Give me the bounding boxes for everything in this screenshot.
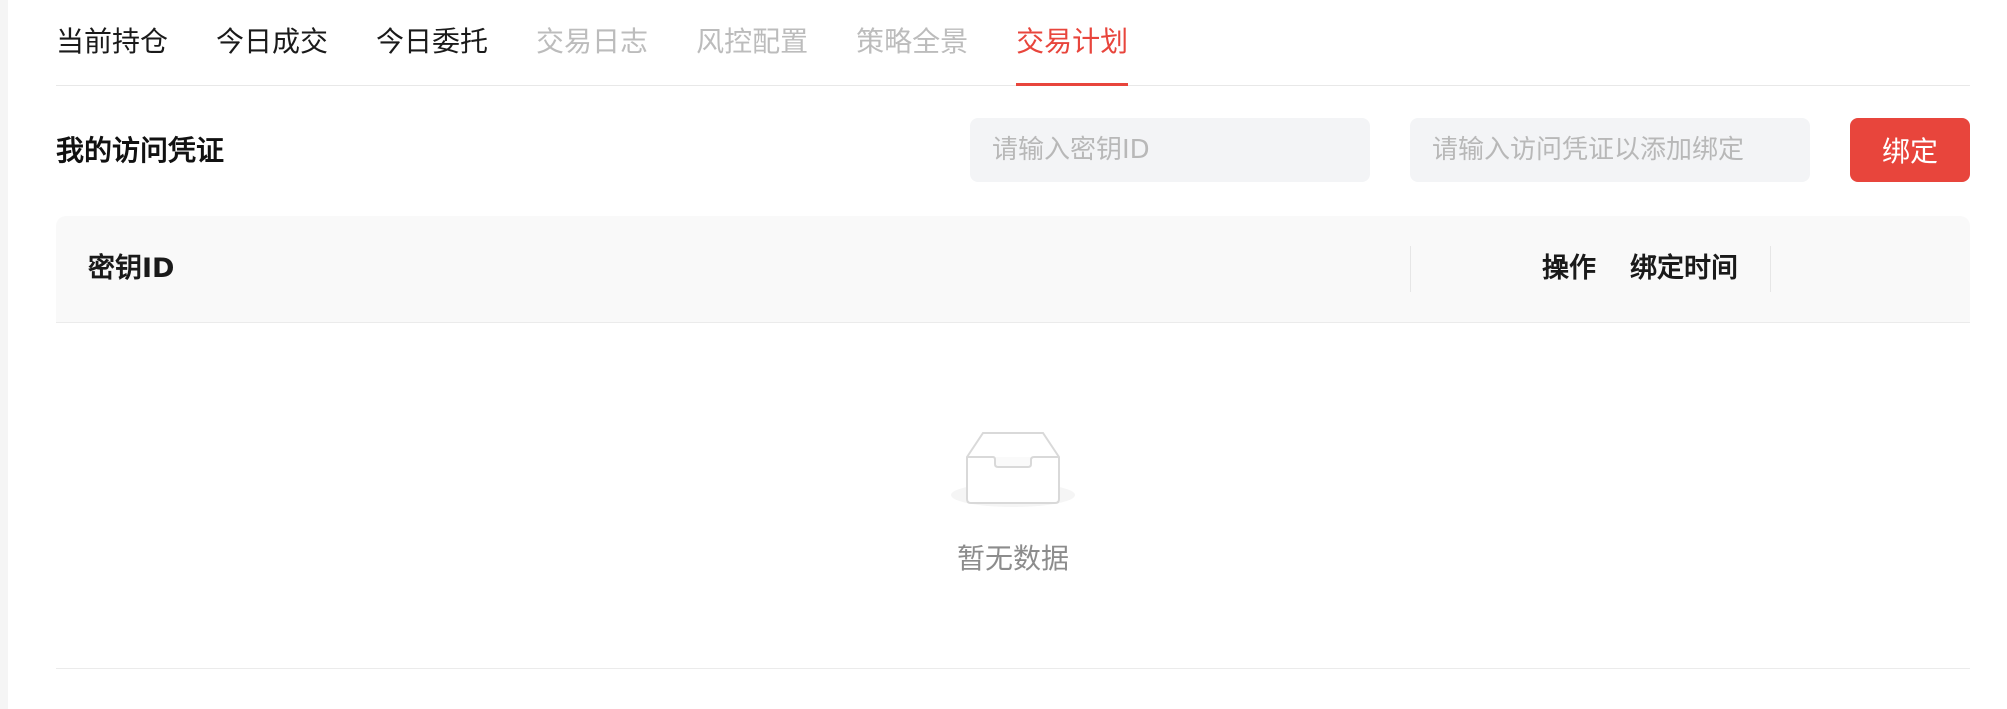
tab-trade-plan[interactable]: 交易计划 (1016, 0, 1129, 86)
tab-today-trades[interactable]: 今日成交 (216, 0, 328, 85)
column-header-action: 操作 (1494, 216, 1970, 322)
tab-bar: 当前持仓 今日成交 今日委托 交易日志 风控配置 策略全景 交易计划 (56, 0, 1970, 86)
section-title: 我的访问凭证 (56, 134, 225, 167)
column-header-key-id: 密钥ID (88, 253, 175, 284)
tab-risk-config[interactable]: 风控配置 (696, 0, 808, 85)
tab-today-orders[interactable]: 今日委托 (376, 0, 488, 85)
key-id-input[interactable] (970, 118, 1370, 182)
empty-inbox-icon (951, 432, 1075, 507)
empty-text: 暂无数据 (956, 542, 1069, 575)
access-credential-input[interactable] (1410, 118, 1810, 182)
empty-state: 暂无数据 (56, 323, 1970, 669)
tab-current-positions[interactable]: 当前持仓 (56, 0, 168, 85)
column-header-action-label: 操作 (1542, 253, 1596, 284)
credentials-page: 当前持仓 今日成交 今日委托 交易日志 风控配置 策略全景 交易计划 我的访问凭… (56, 0, 1970, 709)
column-divider (1410, 246, 1411, 292)
left-rail (0, 0, 8, 709)
bind-button[interactable]: 绑定 (1850, 118, 1970, 182)
tab-strategy-overview[interactable]: 策略全景 (856, 0, 968, 85)
table-header: 密钥ID 绑定时间 操作 (56, 216, 1970, 323)
credentials-table: 密钥ID 绑定时间 操作 暂无数据 (56, 216, 1970, 670)
tab-trade-log[interactable]: 交易日志 (536, 0, 648, 85)
